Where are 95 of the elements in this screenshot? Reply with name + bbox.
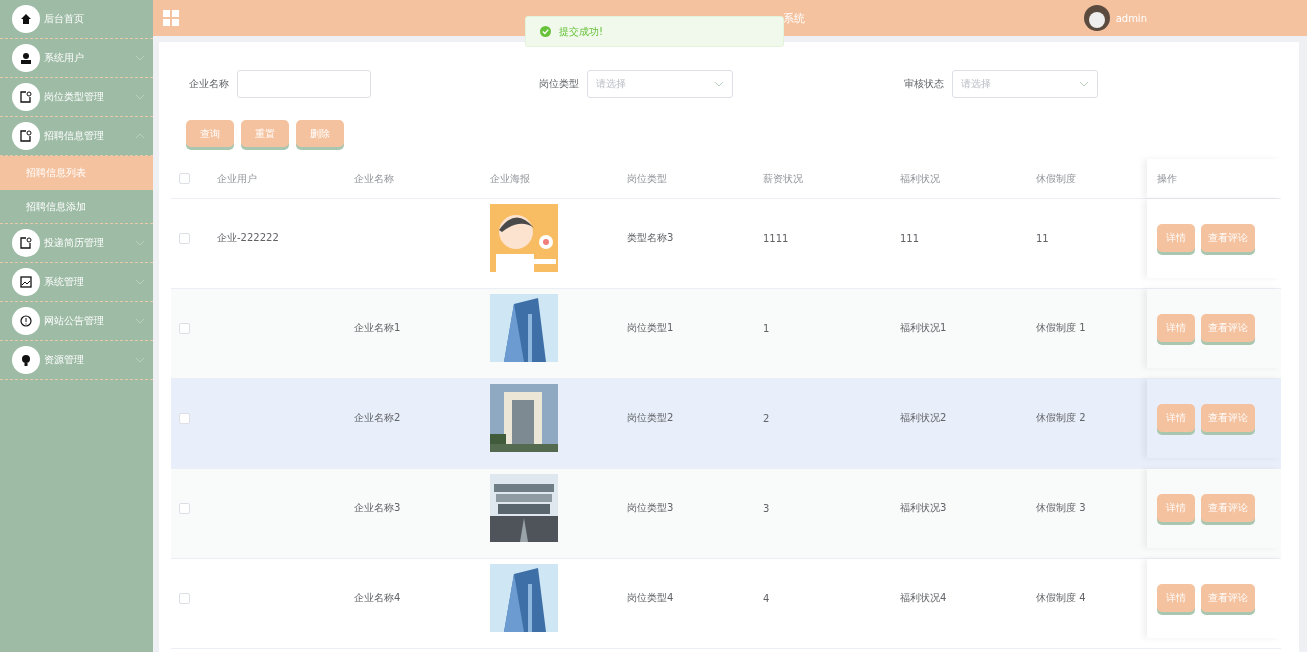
- table-cell-text: 企业名称1: [353, 321, 402, 336]
- table-row[interactable]: 企业名称3 岗位类型3 3 福利状况3 休假制度 3 详情 查看评论: [171, 469, 1281, 559]
- row-button[interactable]: 详情: [1157, 494, 1195, 523]
- table-cell-text: 休假制度 4: [1035, 591, 1087, 606]
- table-cell-text: 企业-222222: [216, 231, 280, 246]
- sidebar-item[interactable]: 系统用户: [0, 39, 153, 78]
- column-header: 企业名称: [353, 171, 395, 186]
- row-button[interactable]: 查看评论: [1201, 584, 1255, 613]
- submenu-item[interactable]: 招聘信息列表: [0, 156, 153, 190]
- table-cell-text: 企业名称2: [353, 411, 402, 426]
- column-header: 薪资状况: [762, 171, 804, 186]
- document-icon: [20, 237, 32, 249]
- table-cell-text: 1: [762, 322, 771, 334]
- app-title: 系统: [783, 11, 805, 26]
- table-cell-text: 福利状况4: [899, 591, 948, 606]
- column-header: 福利状况: [899, 171, 941, 186]
- table-cell-text: 休假制度 1: [1035, 321, 1087, 336]
- input-field[interactable]: [237, 70, 371, 98]
- row-button[interactable]: 查看评论: [1201, 494, 1255, 523]
- chevron-icon: [135, 279, 145, 285]
- table-cell-text: 福利状况1: [899, 321, 948, 336]
- select-field[interactable]: 请选择: [587, 70, 733, 98]
- grid-icon[interactable]: [163, 10, 179, 26]
- column-header: 岗位类型: [626, 171, 668, 186]
- chevron-icon: [135, 55, 145, 61]
- table-cell-text: 岗位类型4: [626, 591, 675, 606]
- table-row[interactable]: 企业名称1 岗位类型1 1 福利状况1 休假制度 1 详情 查看评论: [171, 289, 1281, 379]
- user-name[interactable]: admin: [1115, 12, 1147, 24]
- row-button[interactable]: 详情: [1157, 314, 1195, 343]
- column-header: 企业海报: [489, 171, 531, 186]
- row-button[interactable]: 查看评论: [1201, 404, 1255, 433]
- table-cell-text: 休假制度 2: [1035, 411, 1087, 426]
- table-cell-text: 休假制度 3: [1035, 501, 1087, 516]
- sidebar-item[interactable]: 资源管理: [0, 341, 153, 380]
- chevron-icon: [135, 94, 145, 100]
- chevron-icon: [135, 318, 145, 324]
- checkbox[interactable]: [179, 502, 190, 514]
- table-row[interactable]: 企业-222222 类型名称3 1111 111 11 详情 查看评论: [171, 199, 1281, 289]
- image-icon: [20, 276, 32, 288]
- row-button[interactable]: 查看评论: [1201, 224, 1255, 253]
- checkbox[interactable]: [179, 173, 190, 184]
- row-button[interactable]: 详情: [1157, 584, 1195, 613]
- table-cell-text: 3: [762, 502, 771, 514]
- chevron-icon: [135, 357, 145, 363]
- action-button[interactable]: 查询: [186, 120, 234, 147]
- sidebar-item[interactable]: 网站公告管理: [0, 302, 153, 341]
- table-cell-text: 4: [762, 592, 771, 604]
- checkbox[interactable]: [179, 592, 190, 604]
- row-button[interactable]: 详情: [1157, 224, 1195, 253]
- bulb-icon: [20, 354, 32, 366]
- sidebar-item[interactable]: 系统管理: [0, 263, 153, 302]
- avatar[interactable]: [1083, 5, 1110, 31]
- sidebar-item[interactable]: 投递简历管理: [0, 224, 153, 263]
- column-header: 操作: [1147, 159, 1281, 198]
- table-cell-text: 岗位类型1: [626, 321, 675, 336]
- filter-label: 岗位类型: [539, 77, 579, 91]
- sidebar-item[interactable]: 岗位类型管理: [0, 78, 153, 117]
- chevron-icon: [714, 81, 724, 87]
- action-button[interactable]: 删除: [296, 120, 344, 147]
- toast-message: 提交成功!: [559, 24, 603, 39]
- user-icon: [20, 52, 32, 64]
- column-header: 休假制度: [1035, 171, 1077, 186]
- table-cell-text: 企业名称4: [353, 591, 402, 606]
- table-row[interactable]: 企业名称2 岗位类型2 2 福利状况2 休假制度 2 详情 查看评论: [171, 379, 1281, 469]
- checkbox[interactable]: [179, 232, 190, 244]
- checkbox[interactable]: [179, 322, 190, 334]
- document-icon: [20, 130, 32, 142]
- table-cell-text: 11: [1035, 232, 1050, 244]
- select-field[interactable]: 请选择: [952, 70, 1098, 98]
- table-cell-text: 福利状况3: [899, 501, 948, 516]
- table-cell-text: 岗位类型3: [626, 501, 675, 516]
- table-cell-text: 2: [762, 412, 771, 424]
- table-cell-text: 111: [899, 232, 921, 244]
- table-cell-text: 1111: [762, 232, 790, 244]
- sidebar-item[interactable]: 后台首页: [0, 0, 153, 39]
- submenu-item[interactable]: 招聘信息添加: [0, 190, 153, 224]
- chevron-icon: [1079, 81, 1089, 87]
- filter-label: 审核状态: [904, 77, 944, 91]
- info-icon: [20, 315, 32, 327]
- table-cell-text: 企业名称3: [353, 501, 402, 516]
- home-icon: [20, 13, 32, 25]
- row-button[interactable]: 查看评论: [1201, 314, 1255, 343]
- document-icon: [20, 91, 32, 103]
- table-cell-text: 类型名称3: [626, 231, 675, 246]
- table-row[interactable]: 企业名称4 岗位类型4 4 福利状况4 休假制度 4 详情 查看评论: [171, 559, 1281, 649]
- table-cell-text: 福利状况2: [899, 411, 948, 426]
- column-header: 企业用户: [216, 171, 258, 186]
- chevron-icon: [135, 133, 145, 139]
- chevron-icon: [135, 240, 145, 246]
- checkbox[interactable]: [179, 412, 190, 424]
- table-cell-text: 岗位类型2: [626, 411, 675, 426]
- success-icon: [540, 26, 551, 37]
- row-button[interactable]: 详情: [1157, 404, 1195, 433]
- filter-label: 企业名称: [189, 77, 229, 91]
- action-button[interactable]: 重置: [241, 120, 289, 147]
